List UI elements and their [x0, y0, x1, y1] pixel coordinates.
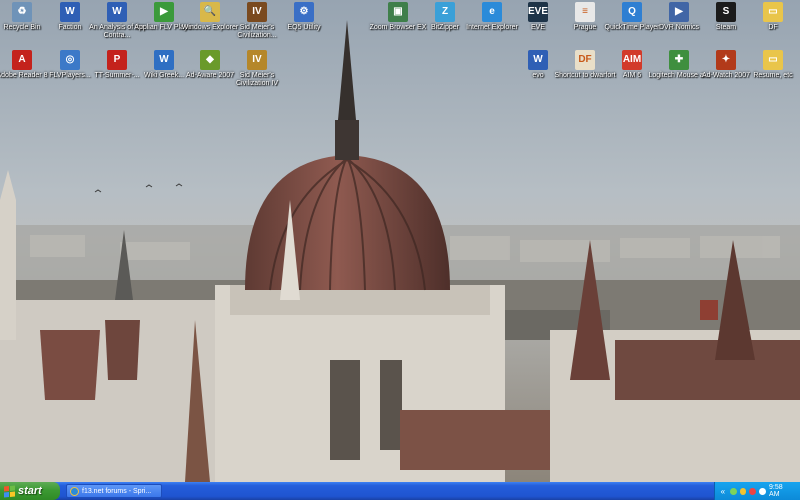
internet-explorer-icon: [70, 486, 79, 496]
folder-icon: ▭: [763, 2, 783, 22]
icon-glyph: EVE: [528, 6, 549, 17]
ad-aware-icon: ◆: [200, 50, 220, 70]
icon-glyph: ▣: [393, 6, 403, 17]
desktop-icon-label: Sid Meier's Civilization IV: [235, 72, 278, 87]
wiki-icon: W: [154, 50, 174, 70]
folder-icon: ▭: [763, 50, 783, 70]
aim-icon: AIM: [622, 50, 642, 70]
flv-players-icon: ◎: [60, 50, 80, 70]
desktop-icon[interactable]: IV Sid Meier's Civilization IV: [225, 50, 289, 88]
icon-glyph: ◎: [65, 54, 75, 65]
icon-glyph: IV: [252, 6, 262, 17]
dvr-icon: ▶: [669, 2, 689, 22]
tray-app-icon[interactable]: [739, 487, 747, 495]
df-icon: DF: [575, 50, 595, 70]
steam-icon: S: [716, 2, 736, 22]
folder-explorer-icon: 🔍: [200, 2, 220, 22]
desktop-icon[interactable]: ▭ DF: [741, 2, 800, 32]
icon-glyph: ⚙: [299, 6, 309, 17]
icon-glyph: DF: [578, 54, 592, 65]
utility-icon: ⚙: [294, 2, 314, 22]
tray-expand-icon[interactable]: «: [719, 487, 727, 496]
icon-glyph: A: [18, 54, 26, 65]
icon-glyph: P: [113, 54, 121, 65]
icon-glyph: IV: [252, 54, 262, 65]
recycle-bin-icon: ♻: [12, 2, 32, 22]
system-tray: « 9:58 AM: [714, 482, 800, 500]
tray-app-icon[interactable]: [729, 487, 737, 495]
desktop-icon-label: DF: [768, 24, 778, 31]
desktop-icon[interactable]: ⚙ EQ5 Utility: [272, 2, 336, 32]
icon-glyph: ≡: [582, 6, 588, 17]
icon-glyph: W: [533, 54, 543, 65]
icon-glyph: AIM: [622, 54, 642, 65]
civilization-icon: IV: [247, 50, 267, 70]
icon-glyph: ✦: [721, 54, 731, 65]
icon-glyph: Q: [628, 6, 636, 17]
quicktime-icon: Q: [622, 2, 642, 22]
start-button[interactable]: start: [0, 482, 60, 500]
civilization-icon: IV: [247, 2, 267, 22]
eve-icon: EVE: [528, 2, 548, 22]
taskbar-window-title: f13.net forums - Spri...: [82, 487, 152, 495]
word-doc-icon: W: [60, 2, 80, 22]
document-icon: ≡: [575, 2, 595, 22]
word-doc-icon: W: [107, 2, 127, 22]
icon-glyph: S: [722, 6, 730, 17]
icon-glyph: ▭: [768, 54, 778, 65]
windows-logo-icon: [4, 485, 15, 497]
bitzipper-icon: Z: [435, 2, 455, 22]
zoombrowser-icon: ▣: [388, 2, 408, 22]
clock[interactable]: 9:58 AM: [769, 484, 800, 498]
icon-glyph: W: [112, 6, 122, 17]
icon-glyph: ◆: [206, 54, 214, 65]
ad-watch-icon: ✦: [716, 50, 736, 70]
tray-app-icon[interactable]: [759, 487, 767, 495]
tray-app-icon[interactable]: [749, 487, 757, 495]
logitech-icon: ✚: [669, 50, 689, 70]
icon-glyph: W: [159, 54, 169, 65]
icon-glyph: Z: [441, 6, 449, 17]
icon-glyph: e: [489, 6, 495, 17]
pdf-document-icon: P: [107, 50, 127, 70]
icon-glyph: ▭: [768, 6, 778, 17]
internet-explorer-icon: e: [482, 2, 502, 22]
start-label: start: [18, 485, 42, 497]
taskbar-window-button[interactable]: f13.net forums - Spri...: [66, 484, 162, 498]
icon-glyph: ▶: [675, 6, 683, 17]
desktop: ♻ Recycle Bin W Faction W An Analysis of the …: [0, 0, 800, 482]
adobe-reader-icon: A: [12, 50, 32, 70]
taskbar: start f13.net forums - Spri... « 9:58 AM: [0, 482, 800, 500]
desktop-icon[interactable]: ▭ Resume, etc: [741, 50, 800, 80]
icon-glyph: ♻: [17, 6, 27, 17]
icon-glyph: W: [65, 6, 75, 17]
icon-glyph: ✚: [674, 54, 684, 65]
desktop-icon-label: Resume, etc: [753, 72, 793, 79]
word-doc-icon: W: [528, 50, 548, 70]
desktop-icon-label: EQ5 Utility: [287, 24, 321, 31]
icon-glyph: ▶: [160, 6, 168, 17]
icon-glyph: 🔍: [203, 6, 217, 17]
flv-player-icon: ▶: [154, 2, 174, 22]
